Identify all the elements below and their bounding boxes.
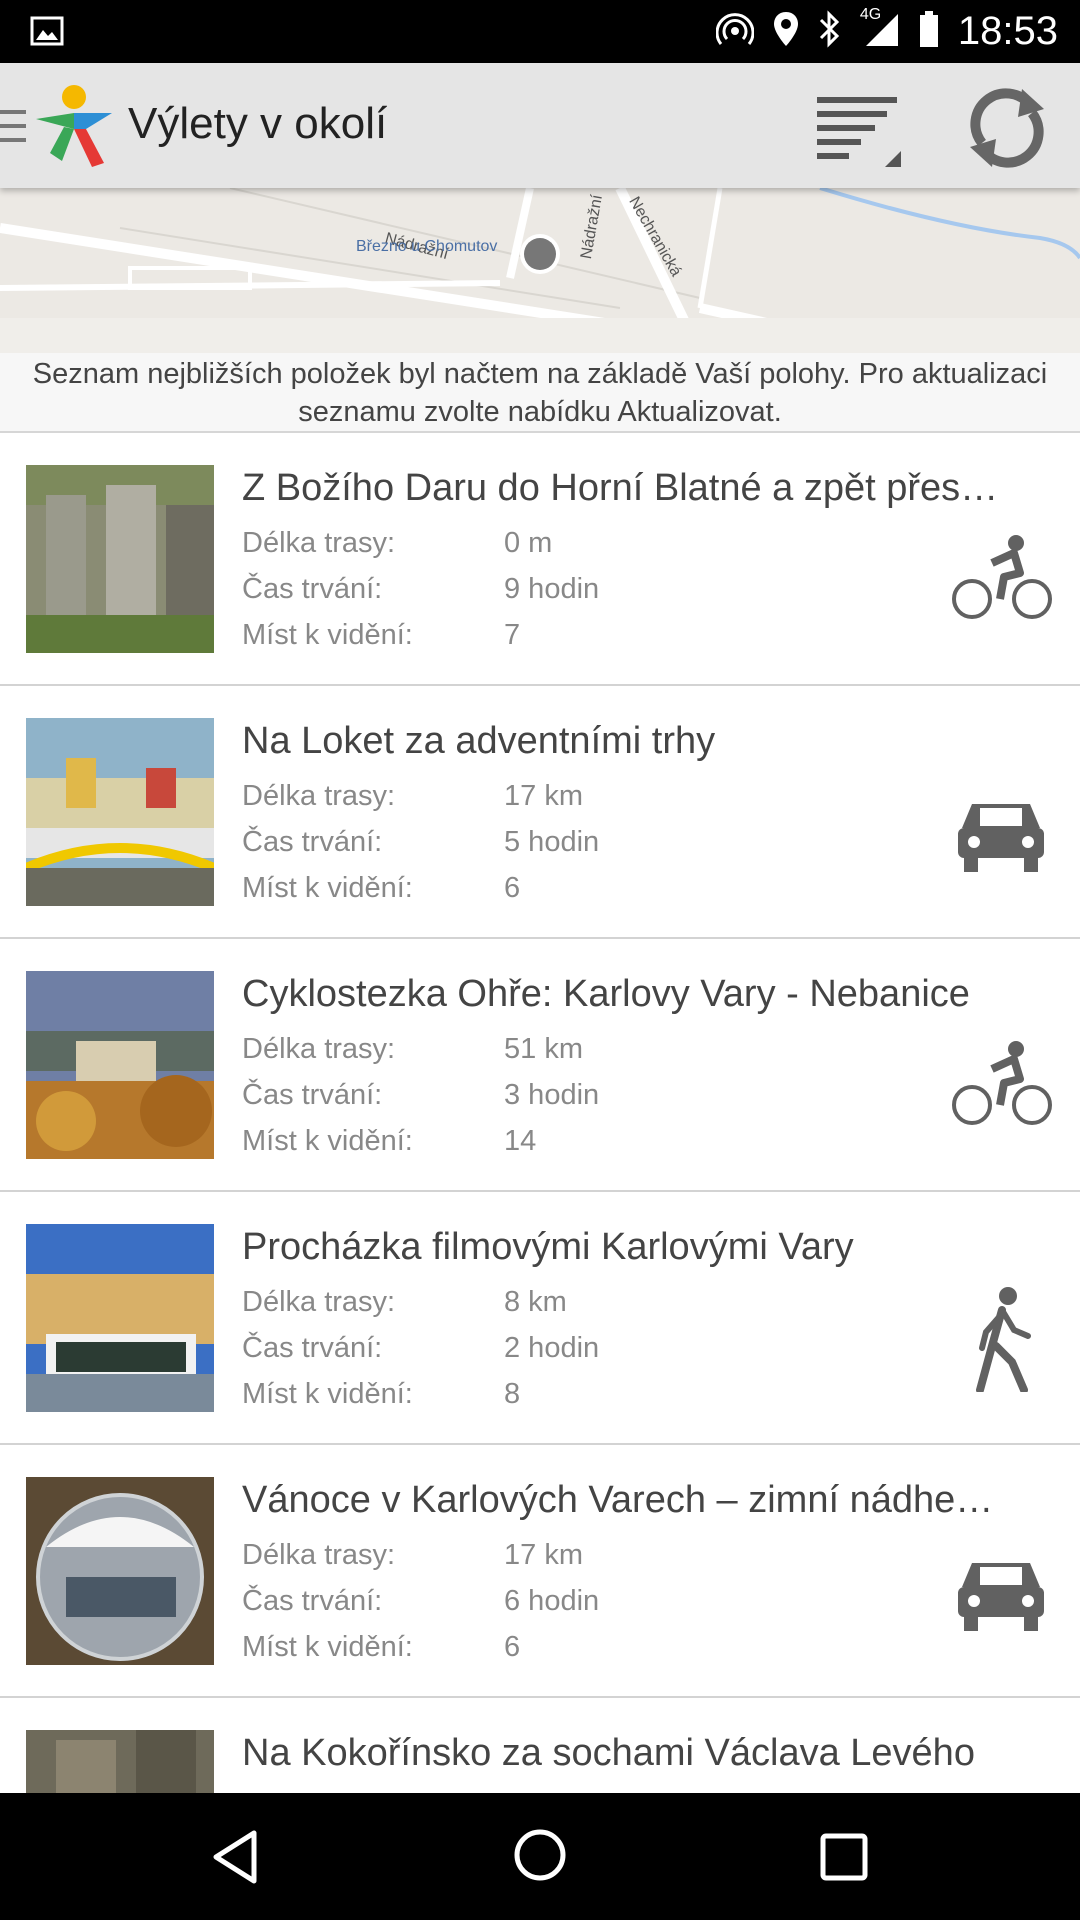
length-value: 17 km <box>504 1539 583 1571</box>
image-icon <box>30 16 64 51</box>
length-value: 0 m <box>504 527 553 559</box>
trip-title: Z Božího Daru do Horní Blatné a zpět pře… <box>242 467 999 509</box>
trip-thumbnail <box>26 1224 214 1412</box>
places-label: Míst k vidění: <box>242 872 413 904</box>
places-value: 6 <box>504 872 521 904</box>
list-item[interactable]: Z Božího Daru do Horní Blatné a zpět pře… <box>0 433 1080 686</box>
length-row: Délka trasy: 17 km <box>242 780 583 813</box>
duration-label: Čas trvání: <box>242 1332 383 1364</box>
trip-thumbnail <box>26 718 214 906</box>
trip-title: Na Kokořínsko za sochami Václava Levého <box>242 1732 975 1774</box>
places-value: 14 <box>504 1125 537 1157</box>
places-value: 8 <box>504 1378 521 1410</box>
duration-value: 3 hodin <box>504 1079 600 1111</box>
places-label: Míst k vidění: <box>242 1125 413 1157</box>
trip-thumbnail <box>26 971 214 1159</box>
trip-thumbnail <box>26 465 214 653</box>
places-row: Míst k vidění: 8 <box>242 1378 520 1411</box>
list-item[interactable]: Na Loket za adventními trhy Délka trasy:… <box>0 686 1080 939</box>
clock: 18:53 <box>957 9 1058 53</box>
bicycle-icon <box>952 1039 1052 1134</box>
bluetooth-icon <box>818 10 842 53</box>
duration-row: Čas trvání: 2 hodin <box>242 1332 599 1365</box>
duration-label: Čas trvání: <box>242 573 383 605</box>
list-item[interactable]: Cyklostezka Ohře: Karlovy Vary - Nebanic… <box>0 939 1080 1192</box>
length-row: Délka trasy: 17 km <box>242 1539 583 1572</box>
list-item[interactable]: Na Kokořínsko za sochami Václava Levého <box>0 1698 1080 1793</box>
trip-title: Cyklostezka Ohře: Karlovy Vary - Nebanic… <box>242 973 970 1015</box>
sort-button[interactable] <box>815 91 905 171</box>
places-row: Míst k vidění: 14 <box>242 1125 536 1158</box>
trip-title: Vánoce v Karlových Varech – zimní nádhe… <box>242 1479 994 1521</box>
duration-label: Čas trvání: <box>242 1079 383 1111</box>
trip-thumbnail <box>26 1477 214 1665</box>
duration-value: 2 hodin <box>504 1332 600 1364</box>
duration-row: Čas trvání: 5 hodin <box>242 826 599 859</box>
duration-row: Čas trvání: 6 hodin <box>242 1585 599 1618</box>
trip-list: Z Božího Daru do Horní Blatné a zpět pře… <box>0 433 1080 1793</box>
home-button[interactable] <box>512 1827 568 1888</box>
places-row: Míst k vidění: 6 <box>242 872 520 905</box>
duration-label: Čas trvání: <box>242 1585 383 1617</box>
refresh-icon <box>970 88 1044 168</box>
places-value: 6 <box>504 1631 521 1663</box>
duration-row: Čas trvání: 9 hodin <box>242 573 599 606</box>
places-label: Míst k vidění: <box>242 1631 413 1663</box>
list-item[interactable]: Procházka filmovými Karlovými Vary Délka… <box>0 1192 1080 1445</box>
length-row: Délka trasy: 51 km <box>242 1033 583 1066</box>
length-row: Délka trasy: 8 km <box>242 1286 567 1319</box>
car-icon <box>956 794 1046 879</box>
places-row: Míst k vidění: 7 <box>242 619 520 652</box>
back-button[interactable] <box>210 1829 260 1890</box>
length-label: Délka trasy: <box>242 1033 396 1065</box>
status-bar: 4G 18:53 <box>0 0 1080 63</box>
places-label: Míst k vidění: <box>242 619 413 651</box>
refresh-button[interactable] <box>962 83 1052 173</box>
length-value: 17 km <box>504 780 583 812</box>
length-label: Délka trasy: <box>242 1286 396 1318</box>
hotspot-icon <box>715 10 755 53</box>
bicycle-icon <box>952 533 1052 628</box>
location-marker <box>518 232 562 281</box>
places-value: 7 <box>504 619 521 651</box>
walk-icon <box>972 1286 1036 1397</box>
length-value: 51 km <box>504 1033 583 1065</box>
places-row: Míst k vidění: 6 <box>242 1631 520 1664</box>
drawer-icon[interactable] <box>0 108 26 149</box>
duration-label: Čas trvání: <box>242 826 383 858</box>
trip-thumbnail <box>26 1730 214 1793</box>
trip-title: Na Loket za adventními trhy <box>242 720 716 762</box>
duration-value: 6 hodin <box>504 1585 600 1617</box>
trip-title: Procházka filmovými Karlovými Vary <box>242 1226 854 1268</box>
app-bar: Výlety v okolí <box>0 63 1080 188</box>
places-label: Míst k vidění: <box>242 1378 413 1410</box>
location-map[interactable]: Nádražní Nádražní Nechranická Březno u C… <box>0 188 1080 353</box>
duration-value: 5 hodin <box>504 826 600 858</box>
length-label: Délka trasy: <box>242 780 396 812</box>
recent-apps-button[interactable] <box>820 1833 868 1886</box>
battery-icon <box>918 10 940 53</box>
page-title: Výlety v okolí <box>128 99 388 148</box>
back-icon <box>213 1830 257 1884</box>
length-label: Délka trasy: <box>242 1539 396 1571</box>
duration-value: 9 hodin <box>504 573 600 605</box>
app-logo[interactable] <box>34 83 114 174</box>
sort-icon <box>817 97 901 167</box>
recent-apps-icon <box>820 1833 868 1881</box>
home-icon <box>514 1829 566 1881</box>
location-icon <box>772 10 800 53</box>
length-label: Délka trasy: <box>242 527 396 559</box>
duration-row: Čas trvání: 3 hodin <box>242 1079 599 1112</box>
info-message: Seznam nejbližších položek byl načtem na… <box>0 353 1080 433</box>
signal-icon: 4G <box>860 6 900 53</box>
car-icon <box>956 1553 1046 1638</box>
map-label: Březno u Chomutov <box>356 238 498 255</box>
list-item[interactable]: Vánoce v Karlových Varech – zimní nádhe…… <box>0 1445 1080 1698</box>
navigation-bar <box>0 1793 1080 1920</box>
length-value: 8 km <box>504 1286 567 1318</box>
length-row: Délka trasy: 0 m <box>242 527 552 560</box>
